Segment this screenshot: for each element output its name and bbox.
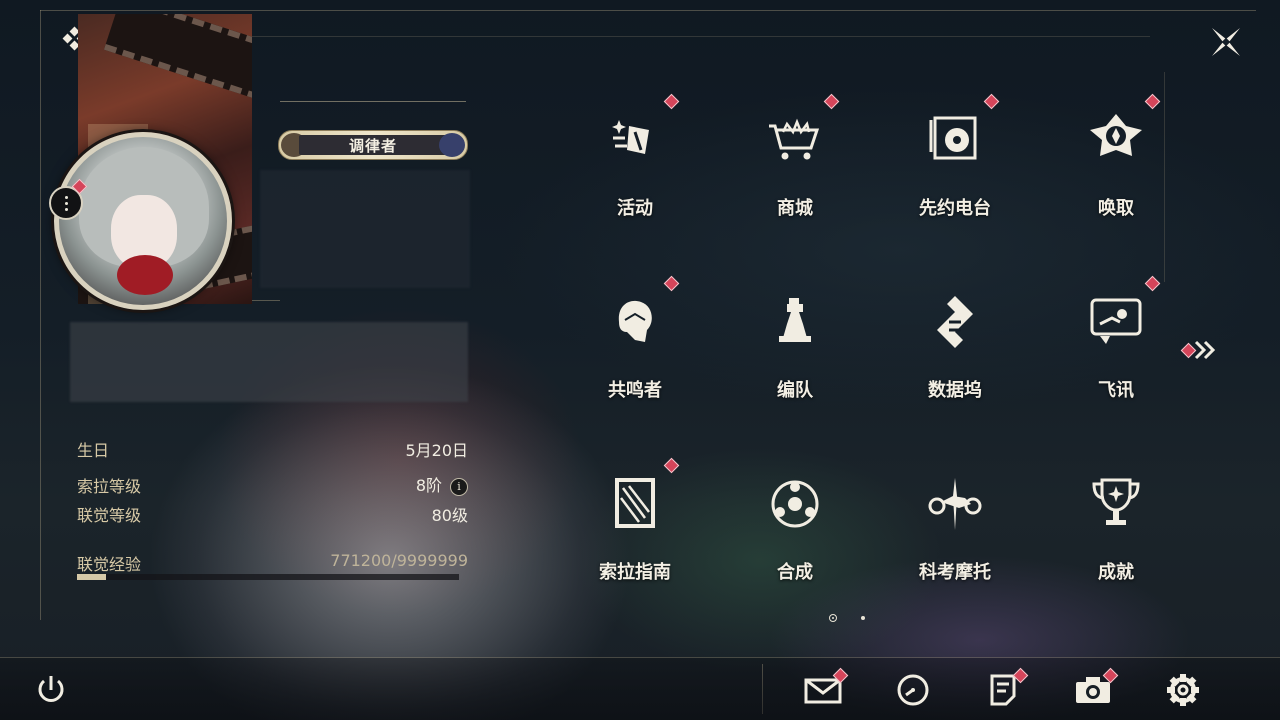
grid-item-label: 成就 bbox=[1098, 562, 1134, 583]
sola-level-label: 索拉等级 bbox=[77, 477, 142, 496]
achievement-icon bbox=[1086, 474, 1146, 534]
sola-level-row: 8阶 i bbox=[416, 472, 468, 496]
grid-item-label: 合成 bbox=[777, 562, 813, 583]
notification-badge bbox=[663, 93, 680, 110]
shop-icon bbox=[765, 110, 825, 170]
notice-button[interactable] bbox=[983, 667, 1029, 708]
power-button[interactable] bbox=[31, 672, 71, 708]
notification-badge bbox=[663, 275, 680, 292]
next-page-button[interactable] bbox=[1180, 338, 1220, 362]
convene-icon bbox=[1086, 110, 1146, 170]
grid-item-label: 飞讯 bbox=[1098, 380, 1134, 401]
message-icon bbox=[1086, 292, 1146, 352]
grid-item-guidebook[interactable]: 索拉指南 bbox=[575, 456, 695, 606]
close-icon bbox=[1212, 28, 1240, 56]
notification-badge bbox=[1144, 275, 1161, 292]
mail-button[interactable] bbox=[803, 667, 849, 708]
grid-item-team[interactable]: 编队 bbox=[735, 274, 855, 424]
data-bank-icon bbox=[925, 292, 985, 352]
grid-item-events[interactable]: 活动 bbox=[575, 92, 695, 242]
grid-item-label: 数据坞 bbox=[928, 380, 982, 401]
clock-icon bbox=[897, 674, 929, 706]
guidebook-icon bbox=[605, 474, 665, 534]
union-level-label: 联觉等级 bbox=[77, 506, 142, 525]
union-exp-bar bbox=[77, 574, 459, 580]
settings-button[interactable] bbox=[1163, 672, 1203, 708]
settings-icon bbox=[1167, 674, 1199, 706]
grid-item-label: 唤取 bbox=[1098, 198, 1134, 219]
role-badge-label: 调律者 bbox=[348, 136, 397, 155]
page-indicator-2[interactable] bbox=[861, 616, 865, 620]
events-icon bbox=[605, 110, 665, 170]
grid-item-label: 共鸣者 bbox=[608, 380, 662, 401]
double-chevron-right-icon bbox=[1194, 340, 1216, 360]
grid-item-message[interactable]: 飞讯 bbox=[1056, 274, 1176, 424]
notification-badge bbox=[663, 457, 680, 474]
grid-item-synthesis[interactable]: 合成 bbox=[735, 456, 855, 606]
role-badge: 调律者 bbox=[278, 130, 468, 160]
birthday-value: 5月20日 bbox=[405, 441, 468, 460]
camera-button[interactable] bbox=[1073, 667, 1119, 708]
close-button[interactable] bbox=[1206, 22, 1246, 62]
grid-item-label: 科考摩托 bbox=[919, 562, 991, 583]
birthday-label: 生日 bbox=[77, 441, 110, 460]
grid-item-resonator[interactable]: 共鸣者 bbox=[575, 274, 695, 424]
team-icon bbox=[765, 292, 825, 352]
clock-button[interactable] bbox=[893, 672, 933, 708]
union-level-value: 80级 bbox=[431, 506, 468, 525]
grid-item-label: 先约电台 bbox=[919, 198, 991, 219]
grid-item-label: 编队 bbox=[777, 380, 813, 401]
page-indicator-1[interactable] bbox=[829, 614, 837, 622]
notification-badge bbox=[1144, 93, 1161, 110]
power-icon bbox=[38, 676, 64, 702]
player-name-blurred bbox=[260, 170, 470, 288]
notification-badge bbox=[983, 93, 1000, 110]
grid-item-convene[interactable]: 唤取 bbox=[1056, 92, 1176, 242]
grid-item-label: 索拉指南 bbox=[599, 562, 671, 583]
grid-item-radio[interactable]: 先约电台 bbox=[895, 92, 1015, 242]
info-icon[interactable]: i bbox=[450, 477, 468, 496]
notification-badge bbox=[823, 93, 840, 110]
union-exp-fill bbox=[77, 574, 106, 580]
sola-level-value: 8阶 bbox=[415, 476, 442, 495]
synthesis-icon bbox=[765, 474, 825, 534]
union-exp-value: 771200/9999999 bbox=[330, 551, 468, 570]
resonator-icon bbox=[605, 292, 665, 352]
avatar[interactable] bbox=[54, 132, 232, 310]
signature-blurred[interactable] bbox=[70, 322, 468, 402]
grid-item-data-bank[interactable]: 数据坞 bbox=[895, 274, 1015, 424]
motorcycle-icon bbox=[925, 474, 985, 534]
union-exp-label: 联觉经验 bbox=[77, 555, 142, 574]
grid-item-shop[interactable]: 商城 bbox=[735, 92, 855, 242]
grid-item-achievement[interactable]: 成就 bbox=[1056, 456, 1176, 606]
grid-item-label: 商城 bbox=[777, 198, 813, 219]
grid-item-label: 活动 bbox=[617, 198, 653, 219]
radio-icon bbox=[925, 110, 985, 170]
grid-item-motorcycle[interactable]: 科考摩托 bbox=[895, 456, 1015, 606]
